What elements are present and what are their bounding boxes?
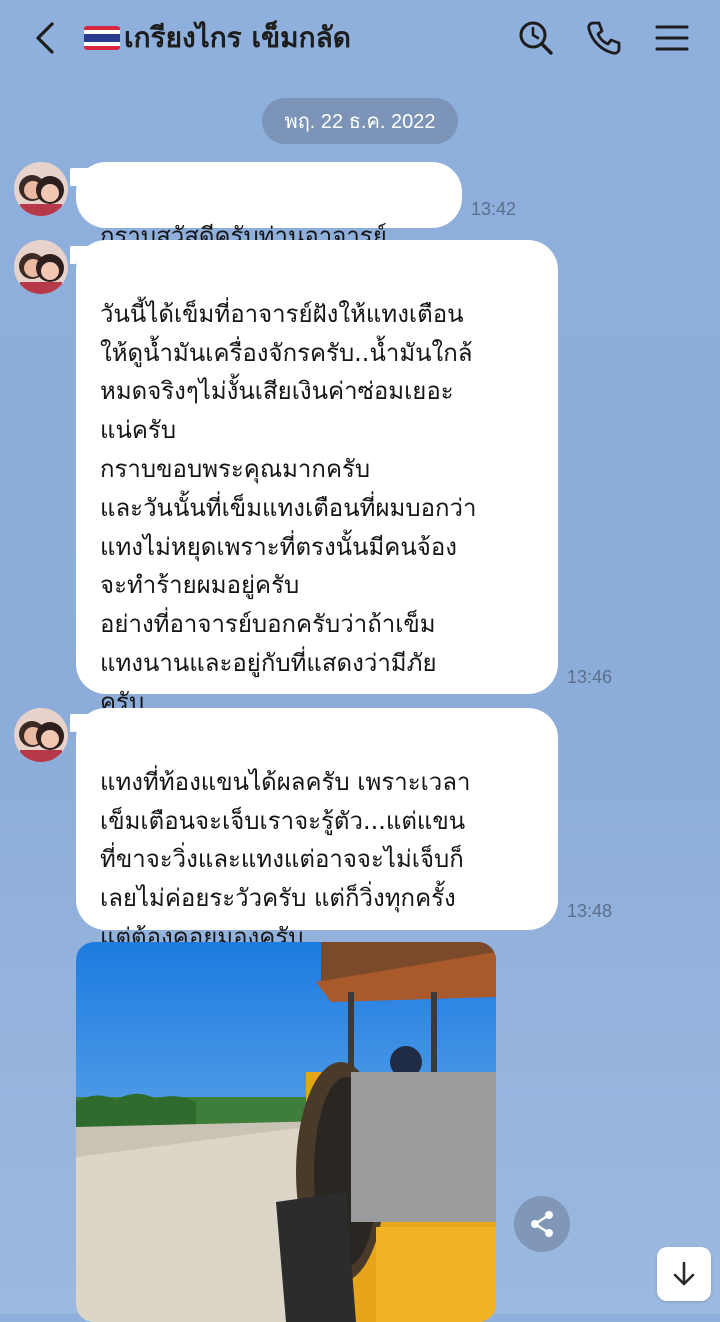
message-bubble-3[interactable]: แทงที่ท้องแขนได้ผลครับ เพราะเวลา เข็มเตื… (76, 708, 558, 951)
chat-title[interactable]: เกรียงไกร เข็มกลัด (84, 16, 351, 60)
phone-icon[interactable] (584, 18, 624, 58)
avatar[interactable] (14, 162, 68, 216)
message-time: 13:46 (567, 667, 613, 687)
message-text: แทงที่ท้องแขนได้ผลครับ เพราะเวลา เข็มเตื… (100, 767, 471, 951)
avatar[interactable] (14, 240, 68, 294)
photo-image (76, 942, 496, 1322)
message-time: 13:48 (567, 901, 613, 921)
share-icon (531, 1211, 553, 1237)
contact-name: เกรียงไกร เข็มกลัด (124, 21, 351, 54)
message-time: 13:42 (471, 199, 517, 219)
scroll-down-button[interactable] (657, 1247, 711, 1301)
avatar[interactable] (14, 708, 68, 762)
road-roller-photo[interactable] (76, 942, 496, 1322)
thai-flag-icon (84, 26, 120, 50)
message-bubble-1[interactable]: กราบสวัสดีครับท่านอาจารย์ (76, 162, 462, 250)
chat-header: เกรียงไกร เข็มกลัด (0, 0, 720, 78)
date-separator: พฤ. 22 ธ.ค. 2022 (262, 98, 458, 144)
avatar-image (14, 708, 68, 762)
message-text: วันนี้ได้เข็มที่อาจารย์ฝังให้แทงเตือน ให… (100, 299, 477, 716)
back-chevron-icon[interactable] (28, 18, 64, 58)
avatar-image (14, 240, 68, 294)
avatar-image (14, 162, 68, 216)
arrow-down-icon (673, 1261, 695, 1286)
share-button[interactable] (514, 1196, 570, 1252)
search-icon[interactable] (516, 18, 556, 58)
menu-icon[interactable] (652, 18, 692, 58)
message-bubble-2[interactable]: วันนี้ได้เข็มที่อาจารย์ฝังให้แทงเตือน ให… (76, 240, 558, 716)
